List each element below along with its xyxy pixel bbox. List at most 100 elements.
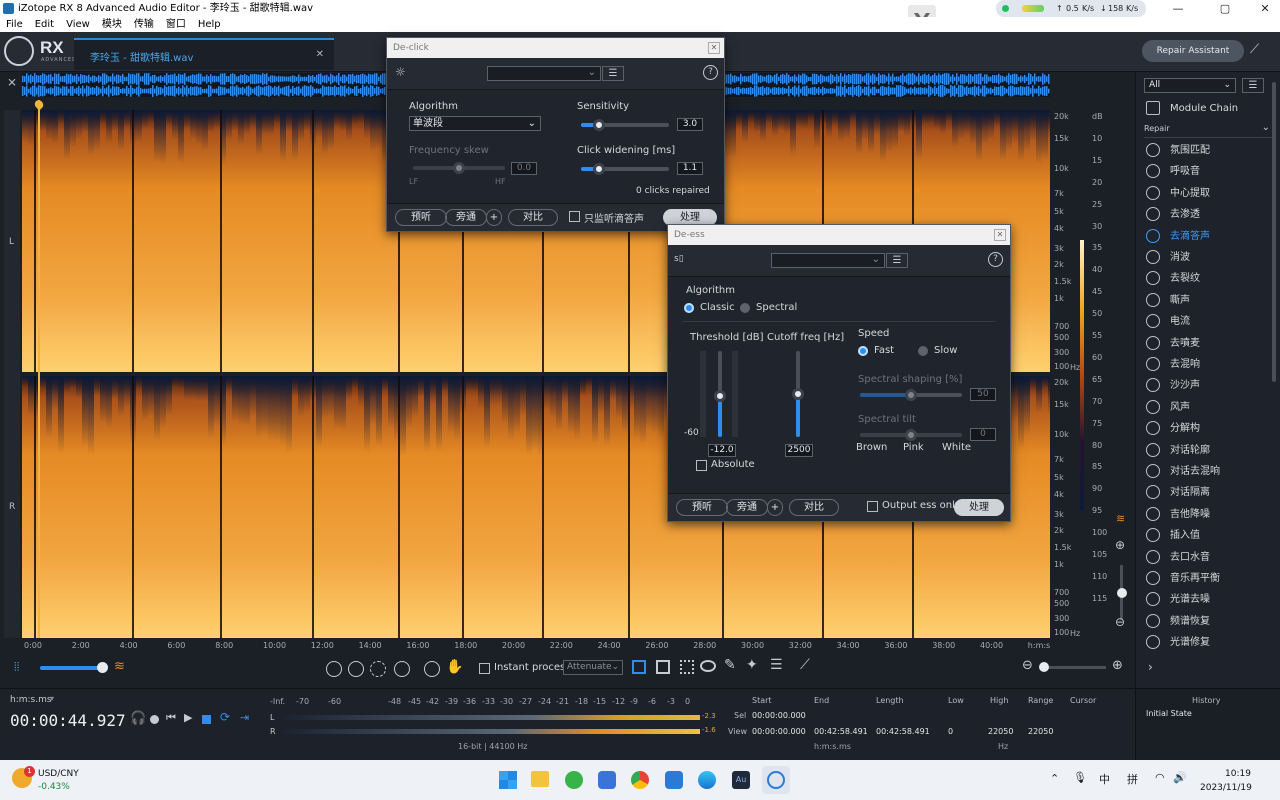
module-item[interactable]: 对话去混响 [1144,461,1272,482]
zoom-selection-icon[interactable] [370,661,386,677]
module-item[interactable]: 氛围匹配 [1144,140,1272,161]
deess-output-ess-checkbox[interactable] [867,501,878,512]
declick-sensitivity-value[interactable]: 3.0 [677,118,703,131]
stop-icon[interactable] [202,715,211,724]
module-item[interactable]: 去裂纹 [1144,268,1272,289]
sel-start-value[interactable]: 00:00:00.000 [752,711,806,720]
zoom-in-icon[interactable] [326,661,342,677]
horizontal-zoom-in-icon[interactable]: ⊕ [1112,658,1123,673]
spectrogram-view-icon[interactable]: ≋ [114,659,125,674]
declick-widening-slider[interactable] [581,163,669,175]
declick-plus-button[interactable]: + [486,209,502,226]
module-filter-dropdown[interactable]: All ⌄ [1144,78,1236,93]
deess-fast-radio[interactable] [858,346,868,356]
view-high-value[interactable]: 22050 [988,727,1013,736]
module-item[interactable]: 去滴答声 [1144,226,1272,247]
deess-bypass-button[interactable]: 旁通 [726,499,768,516]
view-range-value[interactable]: 22050 [1028,727,1053,736]
spectrogram-blend-slider[interactable] [40,666,104,670]
module-item[interactable]: 电流 [1144,311,1272,332]
view-length-value[interactable]: 00:42:58.491 [876,727,930,736]
deess-preset-dropdown[interactable]: ⌄ [771,253,885,268]
view-start-value[interactable]: 00:00:00.000 [752,727,806,736]
deess-threshold-slider[interactable] [714,351,726,437]
instant-mode-dropdown[interactable]: Attenuate ⌄ [563,660,623,675]
declick-sensitivity-knob[interactable] [592,119,605,131]
panel-scrollbar[interactable] [1272,82,1276,382]
module-item[interactable]: 分解构 [1144,418,1272,439]
frequency-select-tool-icon[interactable] [656,660,670,674]
box-select-tool-icon[interactable] [680,660,694,674]
declick-preset-menu-icon[interactable]: ☰ [602,66,624,81]
chrome-icon[interactable] [631,771,649,789]
history-item[interactable]: Initial State [1146,709,1192,718]
module-item[interactable]: 消波 [1144,247,1272,268]
start-menu-icon[interactable] [499,771,517,789]
module-item[interactable]: 去混响 [1144,354,1272,375]
spectral-toggle-icon[interactable]: ≋ [1116,512,1125,525]
deess-tilt-value[interactable]: 0 [970,428,996,441]
declick-preview-button[interactable]: 预听 [395,209,447,226]
deess-classic-radio[interactable] [684,303,694,313]
deess-shaping-knob[interactable] [905,389,917,401]
ime-language[interactable]: 中 [1099,771,1110,787]
deess-shaping-value[interactable]: 50 [970,388,996,401]
module-item[interactable]: 去口水音 [1144,547,1272,568]
deess-cutoff-slider[interactable] [792,351,804,437]
magic-wand-icon[interactable]: ✦ [746,657,758,673]
magnifier-icon[interactable] [424,661,440,677]
harmonic-select-icon[interactable]: ☰ [770,657,783,673]
declick-compare-button[interactable]: 对比 [508,209,558,226]
module-item[interactable]: 嘶声 [1144,290,1272,311]
menu-edit[interactable]: Edit [35,19,54,30]
declick-algorithm-dropdown[interactable]: 单波段 ⌄ [409,116,541,131]
deess-cutoff-value[interactable]: 2500 [785,444,813,457]
skip-back-icon[interactable]: ⏮ [166,711,176,725]
deess-threshold-knob[interactable] [714,389,726,402]
declick-titlebar[interactable]: De-click ✕ [387,38,724,58]
zoom-in-vertical-icon[interactable]: ⊕ [1115,538,1125,552]
deess-slow-radio[interactable] [918,346,928,356]
declick-sensitivity-slider[interactable] [581,119,669,131]
time-format-selector[interactable]: h:m:s.ms [10,695,52,705]
module-item[interactable]: 光谱去噪 [1144,589,1272,610]
declick-bypass-button[interactable]: 旁通 [445,209,487,226]
expand-panel-icon[interactable]: › [1148,660,1153,674]
playback-follow-icon[interactable]: ⇥ [240,711,249,724]
declick-widening-value[interactable]: 1.1 [677,162,703,175]
deess-tilt-knob[interactable] [905,429,917,441]
declick-freq-skew-value[interactable]: 0.0 [511,162,537,175]
teams-icon[interactable] [665,771,683,789]
module-item[interactable]: 插入值 [1144,525,1272,546]
tray-overflow-icon[interactable]: ⌃ [1050,772,1059,785]
brush-icon[interactable]: ⟋ [1250,42,1270,62]
horizontal-zoom-slider[interactable] [1040,666,1106,669]
deess-help-icon[interactable]: ? [988,252,1003,267]
deess-process-button[interactable]: 处理 [954,499,1004,516]
declick-freq-skew-knob[interactable] [453,162,465,174]
module-item[interactable]: 中心提取 [1144,183,1272,204]
deess-spectral-radio[interactable] [740,303,750,313]
deess-plus-button[interactable]: + [767,499,783,516]
horizontal-zoom-out-icon[interactable]: ⊖ [1022,658,1033,673]
time-select-tool-icon[interactable] [632,660,646,674]
deess-threshold-value[interactable]: -12.0 [708,444,736,457]
edge-icon[interactable] [698,771,716,789]
file-tab-close-icon[interactable]: ✕ [316,49,324,60]
module-item[interactable]: 光谱修复 [1144,632,1272,653]
declick-monitor-checkbox[interactable] [569,211,580,222]
module-chain-item[interactable]: Module Chain [1144,98,1272,119]
deess-close-button[interactable]: ✕ [994,229,1006,241]
file-explorer-icon[interactable] [531,771,549,787]
playhead-cursor[interactable] [38,100,40,638]
close-window-button[interactable]: ✕ [1250,0,1280,17]
gain-curve-icon[interactable]: ⟋ [800,657,810,673]
record-icon[interactable] [150,715,159,724]
menu-file[interactable]: File [6,19,23,30]
module-item[interactable]: 频谱恢复 [1144,611,1272,632]
clock-date[interactable]: 2023/11/19 [1200,783,1252,793]
ime-mode[interactable]: 拼 [1127,771,1138,787]
declick-close-button[interactable]: ✕ [708,42,720,54]
deess-absolute-checkbox[interactable] [696,460,707,471]
view-end-value[interactable]: 00:42:58.491 [814,727,868,736]
